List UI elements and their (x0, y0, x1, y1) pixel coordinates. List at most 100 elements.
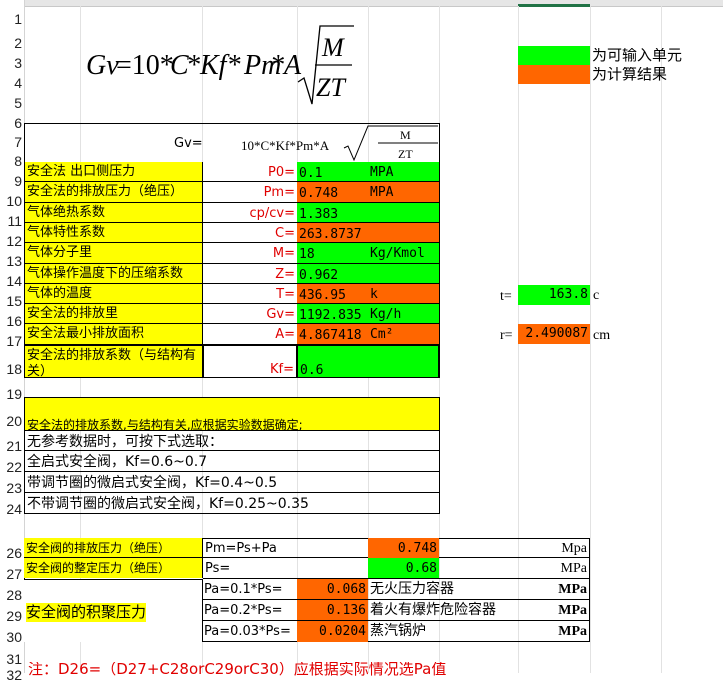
gridline (590, 6, 591, 673)
legend-calc-swatch (518, 65, 590, 84)
param-value-input[interactable]: 1.383 (297, 203, 368, 223)
row-number[interactable]: 23 (0, 481, 22, 495)
row-number[interactable]: 8 (0, 154, 22, 168)
notes-line-22: 全启式安全阀，Kf=0.6~0.7 (24, 451, 440, 472)
row-number[interactable]: 5 (0, 96, 22, 110)
row-number[interactable]: 17 (0, 334, 22, 348)
r27-label: 安全阀的整定压力（绝压） (24, 558, 203, 578)
row-number[interactable]: 26 (0, 546, 22, 560)
r-value-output[interactable]: 2.490087 (518, 324, 590, 344)
param-unit: MPA (368, 162, 439, 182)
param-unit (368, 223, 439, 243)
row-number[interactable]: 18 (0, 362, 22, 376)
param-label: 气体分子里 (24, 243, 203, 264)
param-symbol: A= (203, 324, 297, 345)
row-number[interactable]: 2 (0, 36, 22, 50)
param-unit: Cm² (368, 324, 439, 345)
row-number[interactable]: 11 (0, 214, 22, 228)
footnote: 注：D26=（D27+C28orC29orC30）应根据实际情况选Pa值 (28, 662, 447, 677)
r26-unit: Mpa (439, 538, 590, 558)
kf-label-line1: 安全法的排放系数（与结构有 (27, 348, 197, 363)
param-symbol: T= (203, 284, 297, 304)
formula-a: *A (270, 50, 302, 81)
r-unit: cm (593, 329, 611, 343)
param-value-output[interactable]: 263.8737 (297, 223, 368, 243)
r26-formula: Pm=Ps+Pa (203, 538, 368, 558)
row-number[interactable]: 31 (0, 652, 22, 666)
param-value-output[interactable]: 4.867418 (297, 324, 368, 345)
param-unit: Kg/Kmol (368, 243, 439, 264)
r27-value-input[interactable]: 0.68 (368, 558, 439, 579)
row-number[interactable]: 4 (0, 76, 22, 90)
row-number[interactable]: 6 (0, 116, 22, 130)
r29-unit: MPa (518, 600, 590, 621)
r29-value-output[interactable]: 0.136 (297, 600, 368, 621)
formula-kf: *Kf* (186, 50, 240, 81)
gv-header-expr: 10*C*Kf*Pm*A (241, 139, 330, 152)
r28-desc: 无火压力容器 (368, 579, 518, 600)
acc-pressure-label: 安全阀的积聚压力 (26, 603, 147, 622)
row-number[interactable]: 27 (0, 567, 22, 581)
formula-denominator: ZT (316, 73, 346, 102)
param-label: 安全法的排放里 (24, 304, 203, 324)
row-number[interactable]: 1 (0, 12, 22, 26)
column-header-strip (0, 0, 723, 7)
legend-input-label: 为可输入单元 (592, 48, 683, 63)
kf-value-input[interactable]: 0.6 (297, 345, 439, 378)
formula-svg: Gv =10* C *Kf* Pm *A M ZT (86, 25, 354, 105)
row-number[interactable]: 16 (0, 314, 22, 328)
param-value-input[interactable]: 18 (297, 243, 368, 264)
legend-input-swatch (518, 46, 590, 65)
param-symbol: M= (203, 243, 297, 264)
formula-lhs: Gv (86, 50, 119, 81)
param-value-output[interactable]: 0.748 (297, 182, 368, 203)
row-number[interactable]: 12 (0, 234, 22, 248)
row-number[interactable]: 22 (0, 460, 22, 474)
row-number[interactable]: 28 (0, 588, 22, 602)
param-label: 安全法最小排放面积 (24, 324, 203, 345)
row-number[interactable]: 10 (0, 194, 22, 208)
row-number[interactable]: 3 (0, 56, 22, 70)
row-number[interactable]: 24 (0, 502, 22, 516)
row-number[interactable]: 30 (0, 630, 22, 644)
param-value-input[interactable]: 0.962 (297, 264, 368, 284)
gv-header-label: Gv= (174, 137, 203, 150)
param-symbol: Z= (203, 264, 297, 284)
kf-label-line2: 关） (27, 364, 54, 378)
row-number[interactable]: 7 (0, 135, 22, 149)
param-unit: MPA (368, 182, 439, 203)
param-symbol: Gv= (203, 304, 297, 324)
gridline (661, 6, 662, 673)
acc-pressure-label-cell: 安全阀的积聚压力 (24, 579, 203, 642)
legend-calc-label: 为计算结果 (592, 67, 668, 82)
param-value-output[interactable]: 436.95 (297, 284, 368, 304)
row-number[interactable]: 15 (0, 294, 22, 308)
r28-value-output[interactable]: 0.068 (297, 579, 368, 600)
param-unit: Kg/h (368, 304, 439, 324)
header-denominator: ZT (398, 147, 413, 161)
r28-unit: MPa (518, 579, 590, 600)
param-value-input[interactable]: 1192.835 (297, 304, 368, 324)
param-label: 气体的温度 (24, 284, 203, 304)
r30-formula: Pa=0.03*Ps= (204, 624, 291, 639)
header-radical-svg: M ZT (343, 125, 438, 162)
r30-value-output[interactable]: 0.0204 (297, 621, 368, 642)
r26-value-output[interactable]: 0.748 (368, 538, 439, 558)
row-number[interactable]: 29 (0, 609, 22, 623)
formula-display: Gv =10* C *Kf* Pm *A M ZT (86, 20, 356, 110)
row-number[interactable]: 21 (0, 439, 22, 453)
row-number[interactable]: 19 (0, 387, 22, 401)
notes-title: 安全法的排放系数,与结构有关,应根据实验数据确定; (24, 397, 440, 431)
r-label: r= (500, 329, 513, 343)
r30-desc: 蒸汽锅炉 (370, 623, 426, 639)
t-value-input[interactable]: 163.8 (518, 285, 590, 305)
row-number[interactable]: 20 (0, 414, 22, 428)
row-number[interactable]: 14 (0, 274, 22, 288)
row-number[interactable]: 9 (0, 174, 22, 188)
row-number[interactable]: 32 (0, 668, 22, 682)
kf-symbol-cell: Kf= (203, 345, 297, 378)
notes-line-24: 不带调节圈的微启式安全阀，Kf=0.25~0.35 (24, 493, 440, 514)
header-numerator: M (400, 128, 411, 142)
param-value-input[interactable]: 0.1 (297, 162, 368, 182)
row-number[interactable]: 13 (0, 254, 22, 268)
